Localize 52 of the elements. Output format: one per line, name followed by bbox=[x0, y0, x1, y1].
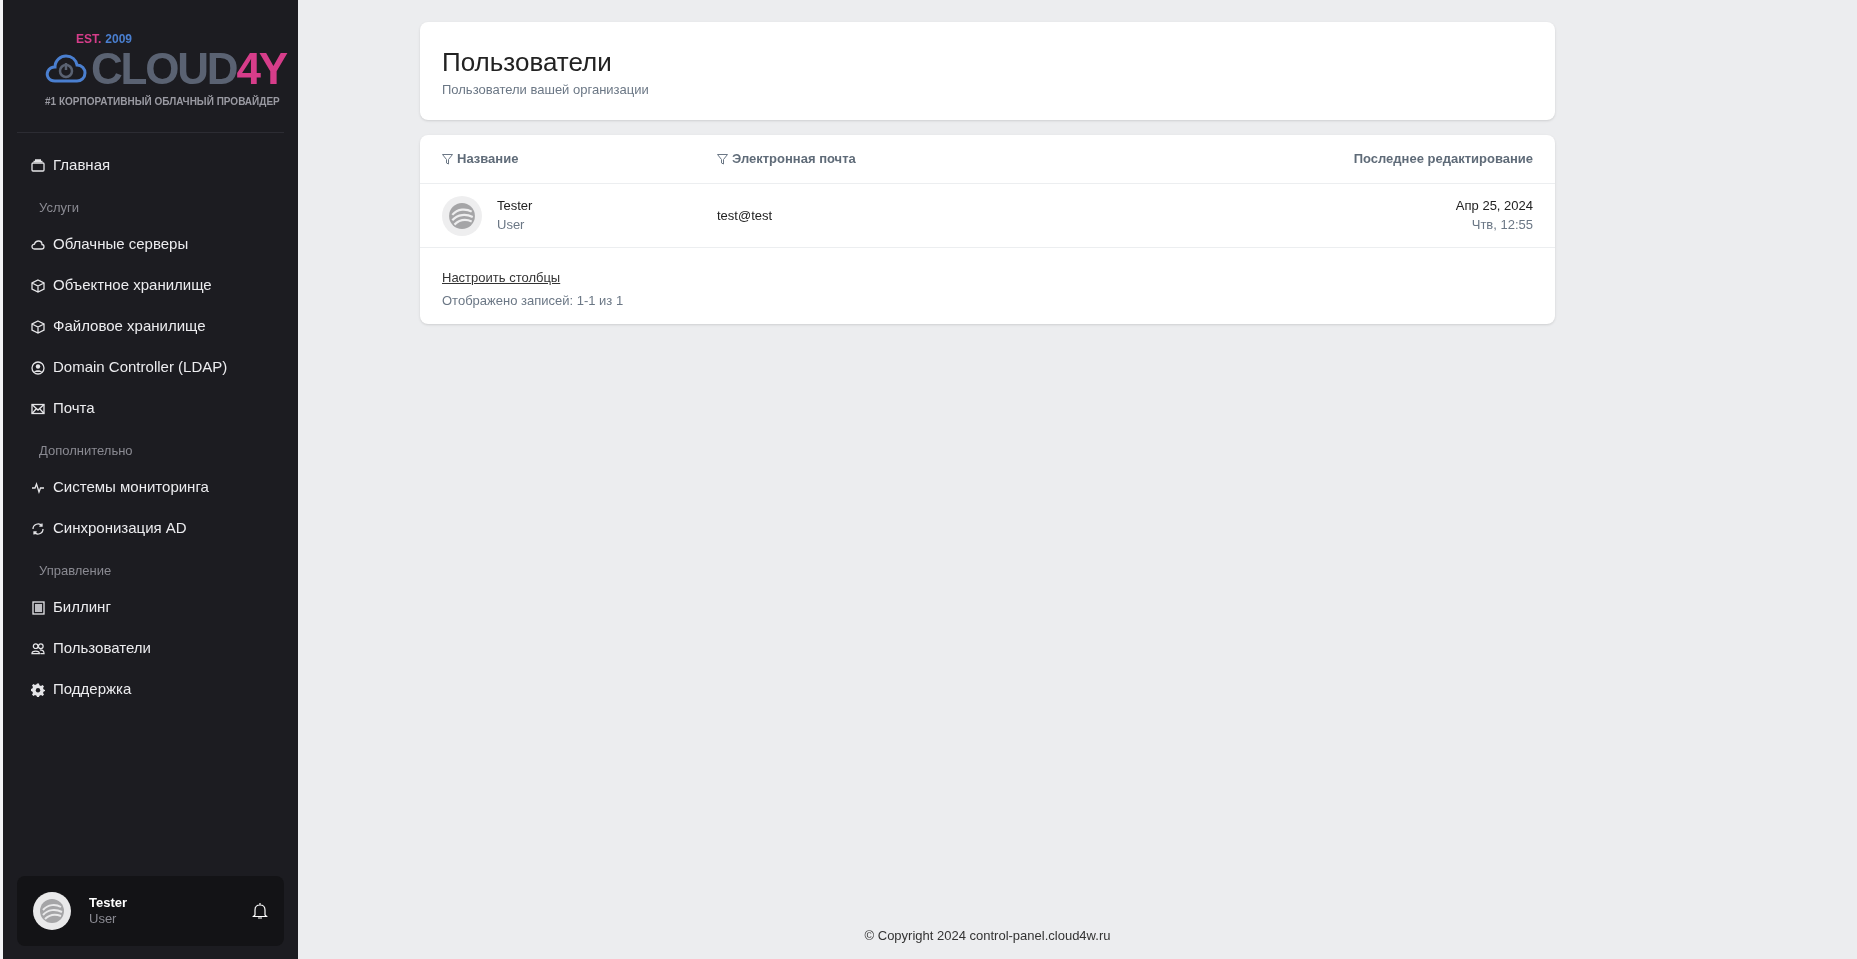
cube-icon bbox=[31, 278, 45, 293]
nav-item[interactable]: Системы мониторинга bbox=[31, 467, 270, 508]
logo-brand-text: CLOUD bbox=[91, 47, 237, 91]
filter-icon[interactable] bbox=[717, 153, 728, 165]
settings-icon bbox=[31, 682, 45, 697]
page-title: Пользователи bbox=[442, 46, 613, 79]
cube-icon bbox=[31, 319, 45, 334]
avatar-icon bbox=[33, 892, 71, 930]
window-icon bbox=[31, 159, 45, 172]
nav-item[interactable]: Поддержка bbox=[31, 669, 270, 710]
users-icon bbox=[31, 642, 45, 655]
page-subtitle: Пользователи вашей организации bbox=[442, 80, 650, 99]
nav-section-heading: Дополнительно bbox=[38, 442, 134, 461]
filter-icon[interactable] bbox=[442, 153, 453, 165]
column-header[interactable]: Название bbox=[457, 149, 519, 169]
date-text: Апр 25, 2024 bbox=[1455, 197, 1533, 214]
nav-item[interactable]: Синхронизация AD bbox=[31, 508, 270, 549]
cloud-icon bbox=[31, 238, 45, 251]
logo-est-text: EST. bbox=[76, 33, 102, 45]
user-name: Tester bbox=[89, 894, 128, 911]
pulse-icon bbox=[31, 481, 45, 494]
configure-columns-link[interactable]: Настроить столбцы bbox=[442, 268, 561, 288]
envelope-icon bbox=[31, 402, 45, 415]
nav-item[interactable]: Объектное хранилище bbox=[31, 265, 270, 306]
user-role: User bbox=[89, 911, 118, 928]
column-header[interactable]: Последнее редактирование bbox=[1353, 149, 1533, 169]
logo-brand-accent-text: 4Y bbox=[236, 47, 286, 91]
logo-tagline: #1 КОРПОРАТИВНЫЙ ОБЛАЧНЫЙ ПРОВАЙДЕР bbox=[45, 94, 280, 109]
nav-item[interactable]: Файловое хранилище bbox=[31, 306, 270, 347]
nav-item[interactable]: Биллинг bbox=[31, 587, 270, 628]
document-icon bbox=[31, 600, 45, 615]
user-circle-icon bbox=[31, 360, 45, 375]
user-card[interactable]: Tester User bbox=[17, 876, 284, 946]
nav-item[interactable]: Облачные серверы bbox=[31, 224, 270, 265]
cloud-power-icon bbox=[45, 53, 87, 85]
nav-item[interactable]: Почта bbox=[31, 388, 270, 429]
column-header[interactable]: Электронная почта bbox=[732, 149, 856, 169]
time-text: Чтв, 12:55 bbox=[1471, 217, 1533, 234]
sync-icon bbox=[31, 521, 45, 536]
nav-item[interactable]: Domain Controller (LDAP) bbox=[31, 347, 270, 388]
email-cell-text: test@test bbox=[717, 206, 774, 225]
user-role: User bbox=[497, 217, 526, 234]
nav-item[interactable]: Пользователи bbox=[31, 628, 270, 669]
nav-item[interactable]: Главная bbox=[31, 145, 270, 186]
avatar-icon bbox=[442, 195, 482, 236]
nav-section-heading: Управление bbox=[38, 562, 113, 581]
record-count: Отображено записей: 1-1 из 1 bbox=[442, 291, 624, 310]
copyright-text: © Copyright 2024 control-panel.cloud4w.ru bbox=[864, 926, 1111, 945]
user-name: Tester bbox=[497, 197, 533, 214]
bell-icon[interactable] bbox=[252, 902, 268, 920]
logo-year-text: 2009 bbox=[105, 33, 133, 45]
nav-section-heading: Услуги bbox=[38, 199, 80, 218]
